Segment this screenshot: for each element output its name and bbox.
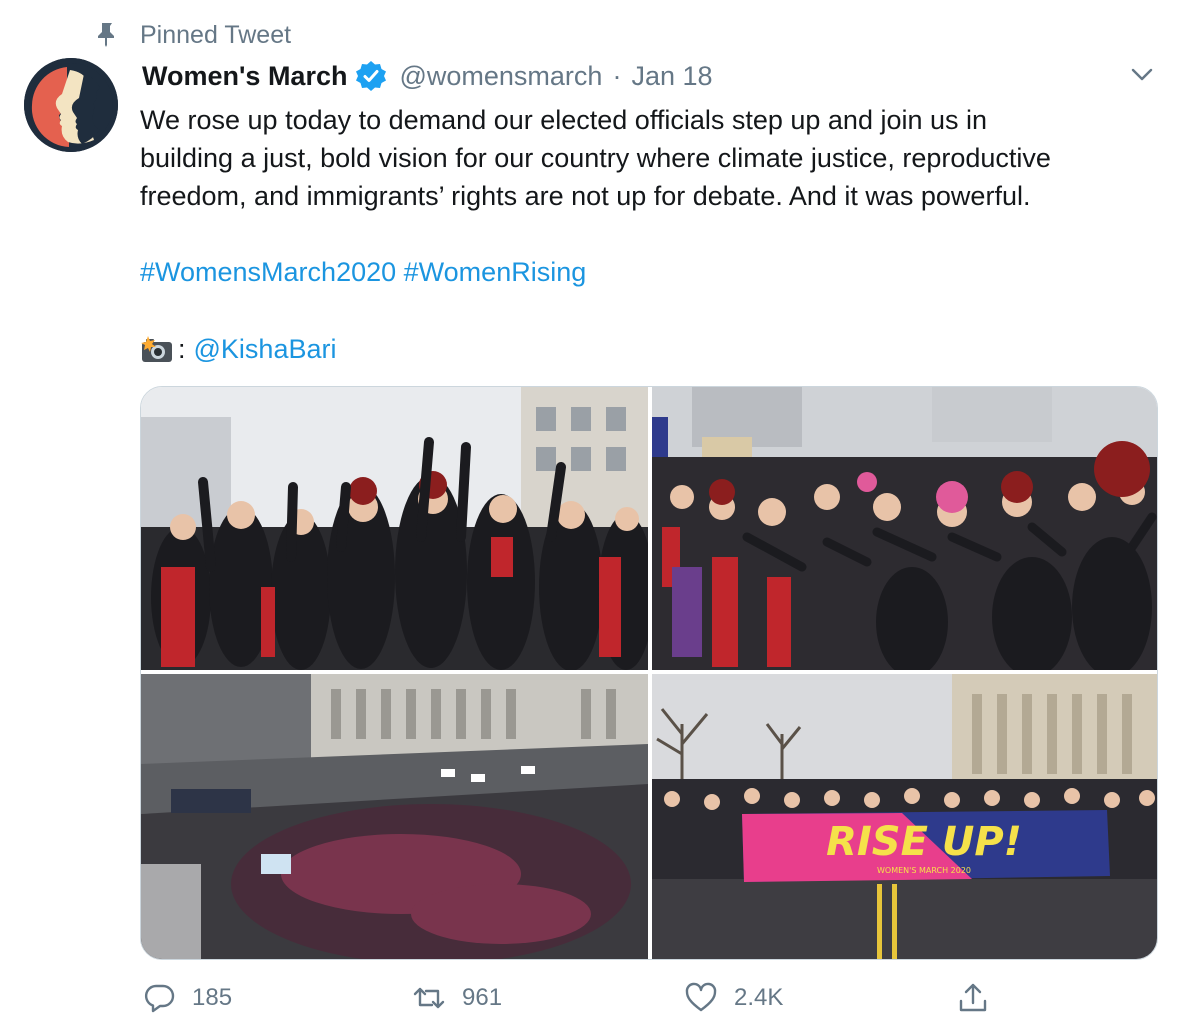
- retweet-button[interactable]: 961: [412, 978, 502, 1018]
- hashtag-link[interactable]: #WomensMarch2020: [140, 257, 396, 287]
- credit-separator: :: [178, 334, 186, 364]
- verified-badge-icon: [356, 61, 387, 91]
- mention-link[interactable]: @KishaBari: [194, 330, 337, 368]
- photo-rise-up-banner[interactable]: RISE UP! WOMEN'S MARCH 2020: [652, 674, 1157, 959]
- reply-button[interactable]: 185: [142, 978, 232, 1018]
- tweet-text: We rose up today to demand our elected o…: [140, 101, 1160, 215]
- photo-crowd-pointing[interactable]: [652, 387, 1157, 670]
- retweet-count: 961: [462, 984, 503, 1011]
- media-grid: RISE UP! WOMEN'S MARCH 2020: [140, 386, 1158, 960]
- pinned-label: Pinned Tweet: [140, 21, 292, 49]
- camera-flash-icon: [141, 336, 172, 362]
- like-count: 2.4K: [734, 984, 784, 1011]
- tweet-text-line: building a just, bold vision for our cou…: [140, 143, 1051, 173]
- header-separator: ·: [612, 60, 622, 91]
- reply-count: 185: [192, 984, 233, 1011]
- share-icon: [959, 983, 987, 1012]
- heart-icon: [685, 982, 717, 1012]
- author-name[interactable]: Women's March: [142, 61, 347, 92]
- author-handle[interactable]: @womensmarch: [399, 61, 602, 92]
- tweet-text-line: freedom, and immigrants’ rights are not …: [140, 181, 1031, 211]
- tweet-text-line: We rose up today to demand our elected o…: [140, 105, 988, 135]
- tweet-actions: 185 961 2.4K: [140, 978, 1160, 1018]
- banner-subtext: WOMEN'S MARCH 2020: [877, 866, 971, 875]
- banner-text: RISE UP!: [826, 819, 1022, 865]
- chevron-down-icon[interactable]: [1128, 60, 1156, 88]
- pinned-row: Pinned Tweet: [96, 18, 291, 50]
- reply-icon: [144, 984, 175, 1013]
- tweet-header: Women's March @womensmarch · Jan 18: [142, 58, 713, 94]
- photo-raised-fists[interactable]: [141, 387, 648, 670]
- hashtags: #WomensMarch2020 #WomenRising: [140, 253, 586, 291]
- like-button[interactable]: 2.4K: [684, 978, 783, 1018]
- pin-icon: [98, 23, 114, 47]
- womens-march-logo: [24, 58, 118, 152]
- tweet-date[interactable]: Jan 18: [631, 61, 712, 92]
- share-button[interactable]: [956, 978, 990, 1018]
- photo-aerial-crowd[interactable]: [141, 674, 648, 959]
- hashtag-link[interactable]: #WomenRising: [404, 257, 587, 287]
- photo-credit: : @KishaBari: [140, 330, 336, 368]
- retweet-icon: [413, 987, 445, 1009]
- avatar[interactable]: [24, 58, 118, 152]
